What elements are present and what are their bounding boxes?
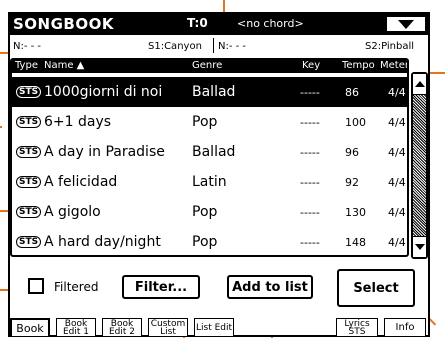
scroll-down-icon xyxy=(414,244,425,250)
style-info-row: N:- - - S1:Canyon N:- - - S2:Pinball xyxy=(10,37,428,56)
callout-line-header xyxy=(0,126,2,128)
list-item[interactable]: STS 6+1 days Pop ----- 100 4/4 xyxy=(12,107,407,137)
chord-indicator: <no chord> xyxy=(237,17,304,30)
tab-custom-list[interactable]: Custom List xyxy=(148,318,188,337)
list-item[interactable]: STS A felicidad Latin ----- 92 4/4 xyxy=(12,167,407,197)
song-meter: 4/4 xyxy=(388,86,406,99)
list-scrollbar[interactable] xyxy=(411,72,428,259)
style2-info: S2:Pinball xyxy=(365,41,415,52)
column-meter[interactable]: Meter xyxy=(380,60,407,71)
filtered-checkbox[interactable] xyxy=(28,278,44,294)
song-genre: Ballad xyxy=(192,144,236,160)
tab-book[interactable]: Book xyxy=(10,318,50,337)
tab-list-edit[interactable]: List Edit xyxy=(194,318,234,337)
list-item[interactable]: STS A day in Paradise Ballad ----- 96 4/… xyxy=(12,137,407,167)
title-bar: SONGBOOK T:0 <no chord> xyxy=(10,14,428,35)
tab-baseline xyxy=(10,336,428,337)
tab-lyrics-sts[interactable]: Lyrics STS xyxy=(336,318,378,337)
song-key: ----- xyxy=(300,116,320,129)
song-name: A felicidad xyxy=(44,174,118,190)
song-tempo: 86 xyxy=(345,86,359,99)
song-list: Type Name ▲ Genre Key Tempo Meter STS 10… xyxy=(10,58,409,257)
song-meter: 4/4 xyxy=(388,236,406,249)
songbook-screen: SONGBOOK T:0 <no chord> N:- - - S1:Canyo… xyxy=(8,12,430,337)
song-name: A gigolo xyxy=(44,204,101,220)
song-genre: Pop xyxy=(192,234,218,250)
list-item[interactable]: STS 1000giorni di noi Ballad ----- 86 4/… xyxy=(12,77,407,107)
tab-info[interactable]: Info xyxy=(384,318,426,337)
sts-icon: STS xyxy=(16,146,42,158)
song-tempo: 96 xyxy=(345,146,359,159)
list-header: Type Name ▲ Genre Key Tempo Meter xyxy=(12,60,407,73)
song-tempo: 92 xyxy=(345,176,359,189)
song-genre: Ballad xyxy=(192,84,236,100)
scroll-up-button[interactable] xyxy=(413,74,426,95)
song-name: 6+1 days xyxy=(44,114,112,130)
song-tempo: 100 xyxy=(345,116,366,129)
filter-button[interactable]: Filter... xyxy=(122,275,200,299)
sts-icon: STS xyxy=(16,206,42,218)
song-genre: Pop xyxy=(192,204,218,220)
tab-book-edit-2[interactable]: Book Edit 2 xyxy=(102,318,142,337)
style1-info: S1:Canyon xyxy=(148,41,202,52)
song-tempo: 130 xyxy=(345,206,366,219)
song-tempo: 148 xyxy=(345,236,366,249)
list-item[interactable]: STS A hard day/night Pop ----- 148 4/4 xyxy=(12,227,407,255)
song-genre: Pop xyxy=(192,114,218,130)
column-type[interactable]: Type xyxy=(15,60,38,71)
info-divider xyxy=(213,38,214,53)
list-item[interactable]: STS A gigolo Pop ----- 130 4/4 xyxy=(12,197,407,227)
scroll-track[interactable] xyxy=(413,95,426,237)
song-name: 1000giorni di noi xyxy=(44,84,163,100)
callout-line-scrollbar xyxy=(428,72,445,74)
song-genre: Latin xyxy=(192,174,227,190)
sts-icon: STS xyxy=(16,236,42,248)
scroll-down-button[interactable] xyxy=(413,236,426,257)
menu-arrow-icon xyxy=(398,19,414,29)
select-button[interactable]: Select xyxy=(337,269,415,307)
song-key: ----- xyxy=(300,206,320,219)
song-key: ----- xyxy=(300,86,320,99)
song-meter: 4/4 xyxy=(388,206,406,219)
filtered-label: Filtered xyxy=(54,280,99,294)
column-genre[interactable]: Genre xyxy=(192,60,222,71)
column-name[interactable]: Name ▲ xyxy=(44,60,84,71)
page-menu-button[interactable] xyxy=(386,16,426,32)
right-pad-info: N:- - - xyxy=(218,41,247,52)
song-key: ----- xyxy=(300,146,320,159)
add-to-list-button[interactable]: Add to list xyxy=(227,275,313,299)
scroll-up-icon xyxy=(414,81,425,87)
song-meter: 4/4 xyxy=(388,116,406,129)
tab-bar: Book Book Edit 1 Book Edit 2 Custom List… xyxy=(10,318,428,337)
song-meter: 4/4 xyxy=(388,176,406,189)
column-tempo[interactable]: Tempo xyxy=(342,60,375,71)
sts-icon: STS xyxy=(16,86,42,98)
song-key: ----- xyxy=(300,236,320,249)
song-meter: 4/4 xyxy=(388,146,406,159)
left-pad-info: N:- - - xyxy=(13,41,42,52)
sts-icon: STS xyxy=(16,116,42,128)
song-name: A day in Paradise xyxy=(44,144,165,160)
tab-book-edit-1[interactable]: Book Edit 1 xyxy=(56,318,96,337)
sts-icon: STS xyxy=(16,176,42,188)
column-key[interactable]: Key xyxy=(302,60,320,71)
song-name: A hard day/night xyxy=(44,234,161,250)
page-title: SONGBOOK xyxy=(13,15,114,33)
tempo-indicator: T:0 xyxy=(187,16,208,30)
song-key: ----- xyxy=(300,176,320,189)
